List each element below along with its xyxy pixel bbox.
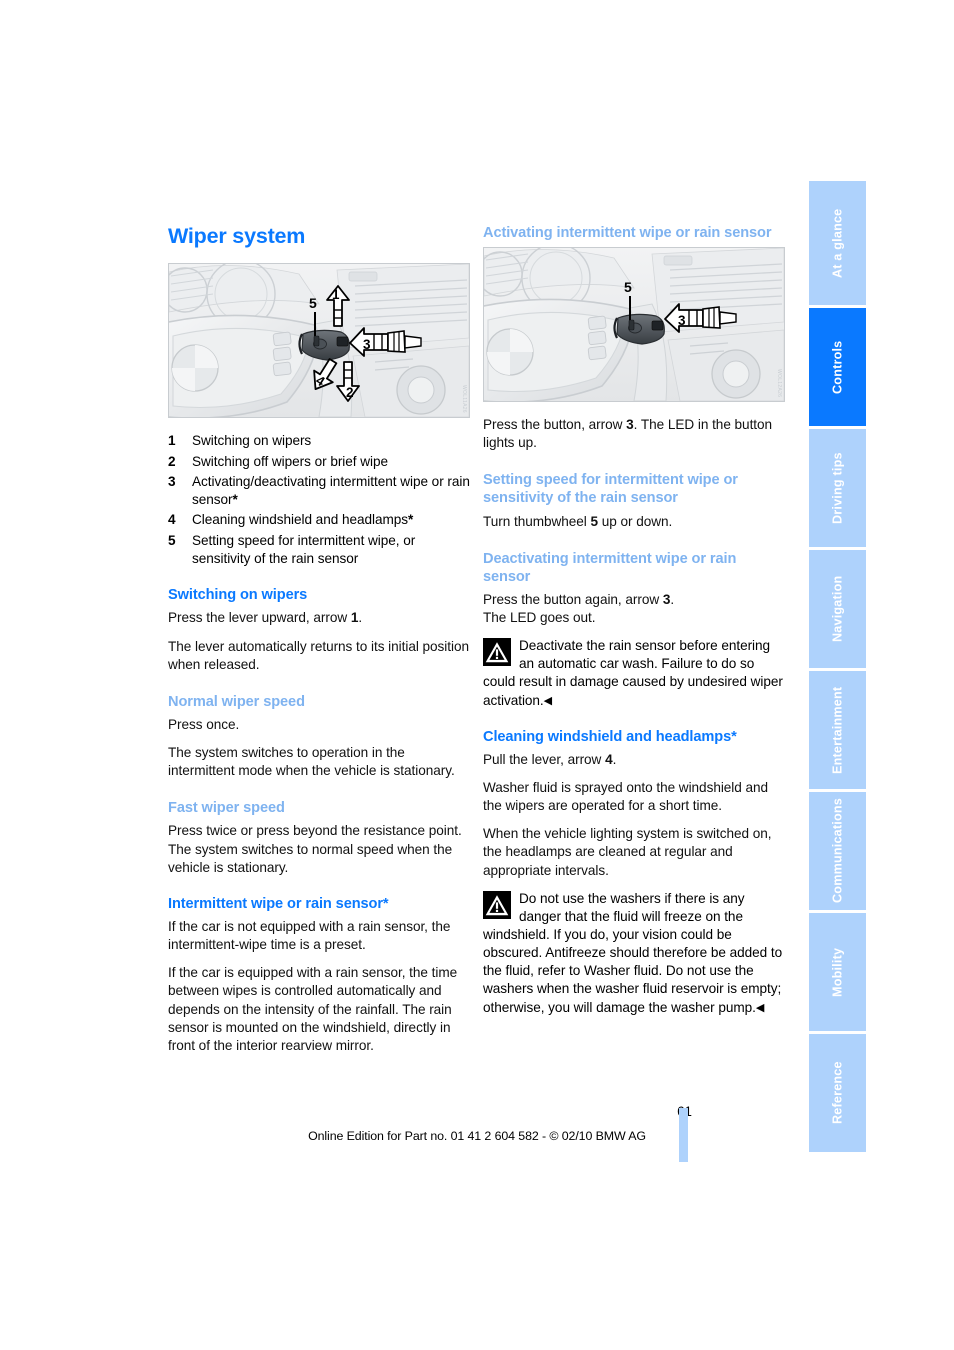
paragraph: Press the lever upward, arrow 1. xyxy=(168,610,363,626)
section-heading-setting-speed: Setting speed for intermittent wipe or s… xyxy=(483,472,738,507)
page-number: 61 xyxy=(0,1104,692,1119)
paragraph: The system switches to normal speed when… xyxy=(168,841,453,875)
paragraph: Washer fluid is sprayed onto the windshi… xyxy=(483,779,769,814)
paragraph: The lever automatically returns to its i… xyxy=(168,638,469,672)
warning-text: Deactivate the rain sensor before enteri… xyxy=(483,638,783,708)
section-heading-switching-on-wipers: Switching on wipers xyxy=(168,587,308,604)
legend-number: 1 xyxy=(168,433,176,449)
sidebar-tab-navigation[interactable]: Navigation xyxy=(809,550,866,668)
legend-number: 2 xyxy=(168,453,176,469)
end-of-notice-marker: ◀ xyxy=(543,694,553,707)
paragraph: Press twice or press beyond the resistan… xyxy=(168,823,462,839)
warning-triangle-icon xyxy=(483,890,511,919)
warning-notice-rain-sensor: Deactivate the rain sensor before enteri… xyxy=(483,637,785,710)
section-heading-activating-intermittent-wipe: Activating intermittent wipe or rain sen… xyxy=(483,225,772,241)
sidebar-tab-label: Driving tips xyxy=(830,452,845,524)
sidebar-tab-communications[interactable]: Communications xyxy=(809,792,866,910)
legend-text: Setting speed for intermittent wipe, or … xyxy=(192,532,416,567)
figure-watermark: WOL12A26 xyxy=(776,368,782,398)
paragraph: If the car is not equipped with a rain s… xyxy=(168,918,451,953)
legend-text: Switching on wipers xyxy=(192,433,312,449)
end-of-notice-marker: ◀ xyxy=(755,1001,765,1014)
svg-text:5: 5 xyxy=(309,295,317,311)
svg-text:2: 2 xyxy=(346,385,354,400)
legend-item: 3 Activating/deactivating intermittent w… xyxy=(168,473,470,510)
sidebar-tab-label: Entertainment xyxy=(830,686,845,774)
warning-text: Do not use the washers if there is any d… xyxy=(483,890,783,1015)
legend-text: Cleaning windshield and headlamps* xyxy=(192,512,414,528)
paragraph: Press once. xyxy=(168,716,240,732)
paragraph: Pull the lever, arrow 4. xyxy=(483,751,617,767)
optional-equipment-asterisk: * xyxy=(408,512,414,528)
paragraph: When the vehicle lighting system is swit… xyxy=(483,826,772,878)
paragraph: Turn thumbwheel 5 up or down. xyxy=(483,513,673,529)
wiper-stalk-button-figure: 5 3 WOL12A26 xyxy=(483,247,785,403)
paragraph: If the car is equipped with a rain senso… xyxy=(168,965,458,1053)
warning-notice-washers: Do not use the washers if there is any d… xyxy=(483,890,785,1017)
paragraph: Press the button again, arrow 3. xyxy=(483,591,675,607)
legend-number: 3 xyxy=(168,473,176,489)
sidebar-tab-label: Controls xyxy=(830,340,845,394)
section-heading-normal-wiper-speed: Normal wiper speed xyxy=(168,693,305,710)
sidebar-tab-entertainment[interactable]: Entertainment xyxy=(809,671,866,789)
section-heading-deactivating-intermittent-wipe: Deactivating intermittent wipe or rain s… xyxy=(483,550,737,585)
left-column: Wiper system 5 1 2 3 4 WOL11A26 1 Switch… xyxy=(168,224,470,1065)
legend-item: 2 Switching off wipers or brief wipe xyxy=(168,453,470,471)
legend-text: Switching off wipers or brief wipe xyxy=(192,453,389,469)
svg-text:3: 3 xyxy=(678,313,686,328)
sidebar-tab-label: Mobility xyxy=(830,947,845,997)
footer-imprint: Online Edition for Part no. 01 41 2 604 … xyxy=(308,1129,646,1143)
figure-watermark: WOL11A26 xyxy=(461,385,467,414)
section-heading-fast-wiper-speed: Fast wiper speed xyxy=(168,800,285,817)
legend-number: 4 xyxy=(168,512,176,528)
legend-item: 5 Setting speed for intermittent wipe, o… xyxy=(168,532,470,569)
paragraph: Press the button, arrow 3. The LED in th… xyxy=(483,417,773,451)
svg-text:5: 5 xyxy=(624,279,632,295)
section-tab-rail: At a glance Controls Driving tips Naviga… xyxy=(809,181,866,1152)
section-heading-cleaning-windshield-and-headlamps: Cleaning windshield and headlamps* xyxy=(483,728,737,745)
svg-text:3: 3 xyxy=(363,337,371,352)
page-title: Wiper system xyxy=(168,224,306,248)
paragraph: The system switches to operation in the … xyxy=(168,745,455,779)
manual-page: Wiper system 5 1 2 3 4 WOL11A26 1 Switch… xyxy=(0,0,954,1350)
sidebar-tab-label: Communications xyxy=(830,798,845,904)
sidebar-tab-mobility[interactable]: Mobility xyxy=(809,913,866,1031)
sidebar-tab-label: At a glance xyxy=(830,208,845,278)
right-column: Activating intermittent wipe or rain sen… xyxy=(483,224,785,1027)
sidebar-tab-driving-tips[interactable]: Driving tips xyxy=(809,429,866,547)
optional-equipment-asterisk: * xyxy=(232,492,238,508)
legend-item: 4 Cleaning windshield and headlamps* xyxy=(168,511,470,529)
section-heading-intermittent-wipe-or-rain-sensor: Intermittent wipe or rain sensor* xyxy=(168,895,389,912)
sidebar-tab-at-a-glance[interactable]: At a glance xyxy=(809,181,866,305)
warning-triangle-icon xyxy=(483,638,511,667)
wiper-stalk-controls-figure: 5 1 2 3 4 WOL11A26 xyxy=(168,263,470,419)
figure-legend-list: 1 Switching on wipers 2 Switching off wi… xyxy=(168,432,470,568)
sidebar-tab-label: Navigation xyxy=(830,575,845,643)
paragraph: The LED goes out. xyxy=(483,610,596,626)
legend-text: Activating/deactivating intermittent wip… xyxy=(192,473,470,508)
legend-item: 1 Switching on wipers xyxy=(168,432,470,450)
legend-number: 5 xyxy=(168,532,176,548)
sidebar-tab-controls[interactable]: Controls xyxy=(809,308,866,426)
svg-text:1: 1 xyxy=(332,287,340,302)
